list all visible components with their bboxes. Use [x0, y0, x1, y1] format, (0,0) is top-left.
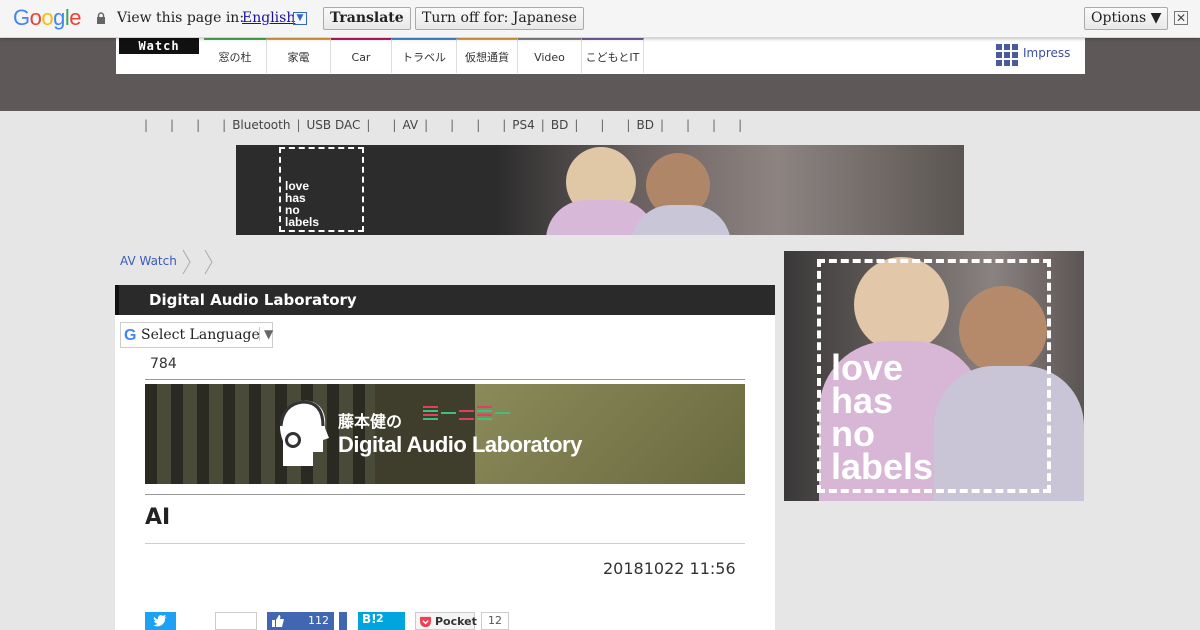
- close-icon[interactable]: ✕: [1174, 11, 1188, 25]
- subnav-separator: |: [144, 118, 149, 132]
- subnav-separator: |: [626, 118, 631, 132]
- site-tab[interactable]: 仮想通貨: [457, 38, 518, 73]
- pocket-count-bubble: 12: [481, 612, 509, 630]
- love-has-no-labels-logo: love has no labels: [279, 147, 364, 232]
- twitter-share-button[interactable]: [145, 612, 176, 630]
- side-ad[interactable]: love has no labels: [784, 251, 1084, 501]
- hatena-count: 2: [376, 612, 384, 625]
- subnav-separator: |: [502, 118, 507, 132]
- turn-off-translation-button[interactable]: Turn off for: Japanese: [415, 7, 584, 30]
- subnav-separator: |: [392, 118, 397, 132]
- google-logo: Google: [13, 5, 82, 30]
- headphones-head-icon: [279, 400, 329, 466]
- site-logo[interactable]: Watch: [119, 38, 199, 54]
- subnav-separator: |: [540, 118, 545, 132]
- select-language-dropdown[interactable]: G Select Language ▼: [120, 322, 273, 348]
- divider: [145, 494, 745, 495]
- site-tab[interactable]: トラベル: [392, 38, 457, 73]
- chevron-down-icon[interactable]: ▼: [293, 12, 307, 25]
- divider: [145, 379, 745, 380]
- chevron-down-icon: ▼: [259, 327, 273, 341]
- translate-prompt: View this page in:: [117, 10, 245, 26]
- subnav-separator: |: [366, 118, 371, 132]
- subnav-separator: |: [170, 118, 175, 132]
- article-date: 20181022 11:56: [603, 559, 736, 578]
- category-subnav: | | | | Bluetooth | USB DAC | | AV | | | | PS4 | BD | | | BD…: [128, 118, 748, 132]
- level-meter-icon: [423, 406, 510, 420]
- subnav-separator: |: [738, 118, 743, 132]
- tweet-count-bubble: [215, 612, 257, 630]
- series-banner: 藤本健の Digital Audio Laboratory: [145, 384, 745, 484]
- impress-link[interactable]: Impress: [1023, 46, 1070, 60]
- breadcrumb-chevron-icon: [182, 249, 191, 275]
- pocket-button[interactable]: Pocket: [415, 612, 477, 630]
- subnav-separator: |: [196, 118, 201, 132]
- twitter-icon: [153, 615, 167, 627]
- breadcrumb-chevron-icon: [204, 249, 213, 275]
- translate-bar: Google View this page in: English ▼ Tran…: [0, 0, 1200, 38]
- site-tab[interactable]: こどもとIT: [582, 38, 644, 73]
- article-main: Digital Audio Laboratory G Select Langua…: [115, 285, 775, 630]
- subnav-item[interactable]: BD: [636, 118, 653, 132]
- subnav-separator: |: [476, 118, 481, 132]
- site-tab[interactable]: Video: [518, 38, 582, 73]
- subnav-separator: |: [424, 118, 429, 132]
- thumbs-up-icon: [272, 615, 284, 627]
- hatena-bookmark-button[interactable]: B! 2: [358, 612, 405, 630]
- subnav-separator: |: [574, 118, 579, 132]
- series-banner-title: Digital Audio Laboratory: [338, 432, 582, 457]
- translate-button[interactable]: Translate: [323, 7, 411, 30]
- hatena-icon: B!: [362, 612, 377, 626]
- subnav-separator: |: [712, 118, 717, 132]
- pocket-icon: [420, 616, 431, 627]
- grid-icon[interactable]: [996, 44, 1018, 66]
- series-banner-subtitle: 藤本健の: [338, 412, 403, 431]
- lock-icon: [97, 12, 105, 24]
- site-nav: Watch 窓の杜 家電 Car トラベル 仮想通貨 Video こどもとIT Impres…: [116, 38, 1085, 74]
- section-title-bar: Digital Audio Laboratory: [115, 285, 775, 315]
- subnav-item[interactable]: USB DAC: [307, 118, 361, 132]
- facebook-like-button[interactable]: 112: [267, 612, 334, 630]
- divider: [145, 543, 745, 544]
- love-has-no-labels-logo: love has no labels: [817, 259, 1051, 493]
- subnav-separator: |: [222, 118, 227, 132]
- site-tab[interactable]: 家電: [267, 38, 331, 73]
- target-language-link[interactable]: English: [242, 10, 295, 26]
- section-title: Digital Audio Laboratory: [149, 291, 357, 309]
- series-number: 784: [150, 356, 177, 372]
- site-tab[interactable]: Car: [331, 38, 392, 73]
- subnav-item[interactable]: Bluetooth: [232, 118, 290, 132]
- breadcrumb-home[interactable]: AV Watch: [120, 254, 177, 268]
- subnav-item[interactable]: AV: [402, 118, 418, 132]
- google-g-icon: G: [124, 327, 137, 344]
- article-title: AI: [145, 505, 171, 530]
- site-header: Watch 窓の杜 家電 Car トラベル 仮想通貨 Video こどもとIT Impres…: [0, 38, 1200, 111]
- site-tab[interactable]: 窓の杜: [204, 38, 267, 73]
- subnav-separator: |: [600, 118, 605, 132]
- subnav-item[interactable]: BD: [551, 118, 568, 132]
- subnav-separator: |: [450, 118, 455, 132]
- subnav-separator: |: [686, 118, 691, 132]
- like-count: 112: [308, 614, 329, 627]
- facebook-extra: [339, 612, 347, 630]
- subnav-separator: |: [296, 118, 301, 132]
- banner-ad[interactable]: love has no labels: [236, 145, 964, 235]
- options-button[interactable]: Options ▼: [1084, 7, 1169, 30]
- subnav-separator: |: [659, 118, 664, 132]
- subnav-item[interactable]: PS4: [512, 118, 535, 132]
